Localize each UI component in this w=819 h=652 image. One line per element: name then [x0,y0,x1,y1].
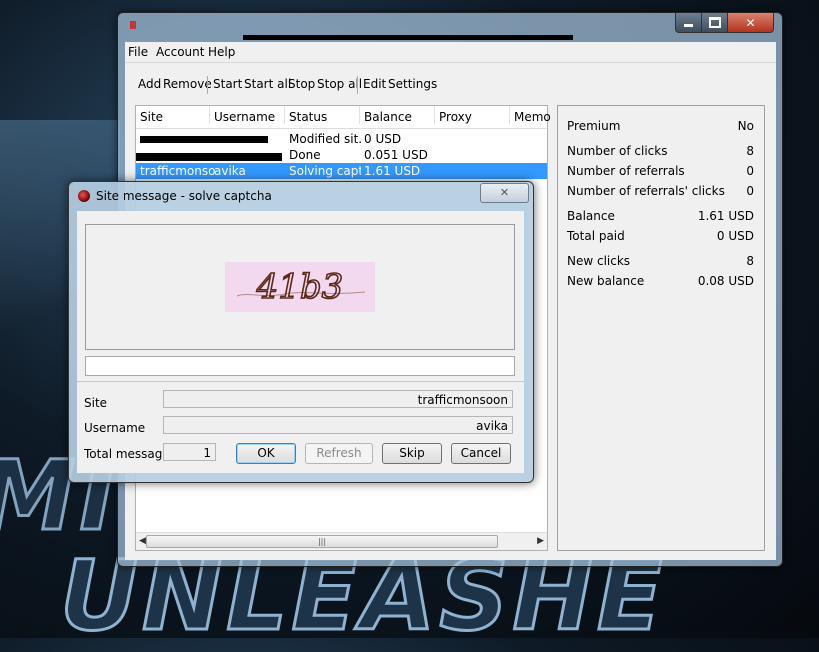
menu-account[interactable]: Account [156,45,204,59]
username-label: Username [84,421,146,435]
refresh-button[interactable]: Refresh [305,443,373,464]
stat-label-new-clicks: New clicks [567,254,631,268]
cell-status: Modified sit... [289,132,361,146]
stat-label-premium: Premium [567,119,621,133]
scroll-left-icon[interactable]: ◀ [139,536,146,546]
start-all-button[interactable]: Start all [244,77,291,91]
remove-button[interactable]: Remove [163,77,212,91]
column-site[interactable]: Site [136,106,210,124]
stat-value-new-clicks: 8 [746,254,754,268]
table-row[interactable]: Modified sit... 0 USD [136,131,547,147]
stat-value-clicks: 8 [746,144,754,158]
redacted-text [136,153,282,161]
maximize-icon [708,17,721,28]
stop-button[interactable]: Stop [288,77,315,91]
cell-username: avika [214,164,246,178]
ok-button[interactable]: OK [236,443,296,464]
maximize-button[interactable] [701,13,728,33]
toolbar-separator [357,76,358,94]
menu-file[interactable]: File [128,45,148,59]
column-username[interactable]: Username [210,106,285,124]
stat-value-total-paid: 0 USD [716,229,754,243]
dialog-close-button[interactable]: ✕ [480,183,529,203]
stat-label-referrals: Number of referrals [567,164,685,178]
toolbar-separator [207,76,208,94]
dialog-title: Site message - solve captcha [96,189,272,203]
stat-label-balance: Balance [567,209,615,223]
redacted-title [243,35,573,40]
close-button[interactable]: ✕ [727,13,774,33]
stat-value-balance: 1.61 USD [697,209,754,223]
cell-status: Done [289,148,321,162]
column-memo[interactable]: Memo [510,106,551,124]
table-row[interactable]: Done 0.051 USD [136,147,547,163]
stat-label-clicks: Number of clicks [567,144,668,158]
svg-text:41b3: 41b3 [256,267,344,307]
stat-value-premium: No [737,119,754,133]
username-field: avika [163,416,513,434]
stat-label-new-balance: New balance [567,274,645,288]
settings-button[interactable]: Settings [388,77,437,91]
horizontal-scrollbar[interactable]: ◀ ||| ▶ [136,532,547,550]
table-row-selected[interactable]: trafficmonsoon avika Solving capt... 1.6… [136,163,547,179]
cell-site: trafficmonsoon [140,164,216,178]
list-header: Site Username Status Balance Proxy Memo [136,106,551,129]
column-proxy[interactable]: Proxy [435,106,510,124]
total-messages-field: 1 [163,443,216,461]
cell-balance: 0.051 USD [364,148,428,162]
cancel-button[interactable]: Cancel [451,443,511,464]
stat-value-referrals: 0 [746,164,754,178]
captcha-frame: 41b3 [85,224,515,350]
stat-value-new-balance: 0.08 USD [697,274,754,288]
app-icon [78,190,90,202]
edit-button[interactable]: Edit [363,77,386,91]
close-icon: ✕ [499,186,510,199]
add-button[interactable]: Add [138,77,161,91]
divider [77,381,524,382]
captcha-input[interactable] [85,356,515,376]
dialog-client-area: 41b3 Site trafficmonsoon Username avika … [77,211,524,473]
stat-value-referrals-clicks: 0 [746,184,754,198]
app-icon [130,21,136,29]
minimize-button[interactable] [675,13,702,33]
toolbar: Add Remove Start Start all Stop Stop all… [125,63,776,103]
redacted-text [140,136,268,143]
stat-label-total-paid: Total paid [567,229,625,243]
captcha-image: 41b3 [225,262,375,312]
captcha-glyphs: 41b3 [236,266,366,308]
cell-balance: 1.61 USD [364,164,421,178]
title-bar[interactable]: ✕ [118,13,782,41]
menu-bar: File Account Help [125,42,776,63]
menu-help[interactable]: Help [208,45,235,59]
column-status[interactable]: Status [285,106,360,124]
cell-balance: 0 USD [364,132,402,146]
skip-button[interactable]: Skip [382,443,442,464]
column-balance[interactable]: Balance [360,106,435,124]
scrollbar-thumb[interactable]: ||| [146,535,498,548]
stat-label-referrals-clicks: Number of referrals' clicks [567,184,725,198]
minimize-icon [684,24,693,27]
captcha-dialog: Site message - solve captcha ✕ 41b3 Site… [68,181,534,483]
start-button[interactable]: Start [213,77,242,91]
cell-status: Solving capt... [289,164,361,178]
close-icon: ✕ [745,15,756,30]
scroll-right-icon[interactable]: ▶ [537,536,544,546]
site-label: Site [84,396,108,410]
site-field: trafficmonsoon [163,390,513,408]
stop-all-button[interactable]: Stop all [317,77,362,91]
stats-panel: Premium No Number of clicks 8 Number of … [557,105,765,551]
